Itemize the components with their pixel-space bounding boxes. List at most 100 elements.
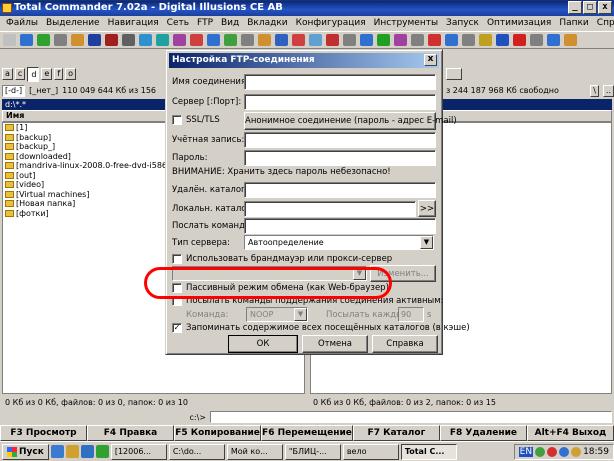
remote-dir-input[interactable] <box>244 182 436 198</box>
toolbar-button-icon[interactable] <box>496 34 509 46</box>
taskbar-item-my-computer[interactable]: Мой ко... <box>226 443 283 460</box>
toolbar-button-icon[interactable] <box>360 34 373 46</box>
menu-help[interactable]: Справка <box>593 17 614 30</box>
firewall-checkbox[interactable] <box>172 254 182 264</box>
alt-f4-exit-button[interactable]: Alt+F4 Выход <box>526 425 614 441</box>
send-every-input[interactable]: 90 <box>398 307 424 322</box>
toolbar-button-icon[interactable] <box>156 34 169 46</box>
toolbar-button-icon[interactable] <box>241 34 254 46</box>
browse-local-dir-button[interactable]: >> <box>418 200 436 217</box>
toolbar-button-icon[interactable] <box>343 34 356 46</box>
command-line-input[interactable] <box>210 411 612 423</box>
toolbar-button-icon[interactable] <box>411 34 424 46</box>
f7-mkdir-button[interactable]: F7 Каталог <box>352 425 440 441</box>
toolbar-button-icon[interactable] <box>292 34 305 46</box>
cancel-button[interactable]: Отмена <box>302 335 368 353</box>
quicklaunch-app-icon[interactable] <box>95 445 109 458</box>
quicklaunch-ie-icon[interactable] <box>50 445 64 458</box>
remember-cache-checkbox[interactable]: ✓ <box>172 323 182 333</box>
close-window-button[interactable]: x <box>598 1 612 14</box>
tray-antivirus-icon[interactable] <box>547 446 558 457</box>
toolbar-button-icon[interactable] <box>207 34 220 46</box>
menu-files[interactable]: Файлы <box>2 17 42 30</box>
taskbar-item-velo[interactable]: вело <box>342 443 399 460</box>
help-button[interactable]: Справка <box>372 335 438 353</box>
ok-button[interactable]: ОК <box>228 335 298 353</box>
toolbar-button-icon[interactable] <box>190 34 203 46</box>
taskbar-item-blits[interactable]: "БЛИЦ-... <box>284 443 341 460</box>
maximize-button[interactable]: □ <box>583 1 597 14</box>
menu-folders[interactable]: Папки <box>555 17 592 30</box>
toolbar-button-icon[interactable] <box>20 34 33 46</box>
toolbar-button-icon[interactable] <box>88 34 101 46</box>
toolbar-button-icon[interactable] <box>54 34 67 46</box>
toolbar-button-icon[interactable] <box>394 34 407 46</box>
menu-view[interactable]: Вид <box>217 17 243 30</box>
left-drive-select[interactable]: [-d-] <box>2 84 26 97</box>
parent-dir-button[interactable]: .. <box>602 84 614 97</box>
dialog-close-button[interactable]: x <box>424 54 437 66</box>
quicklaunch-explorer-icon[interactable] <box>65 445 79 458</box>
f8-delete-button[interactable]: F8 Удаление <box>439 425 527 441</box>
menu-tools[interactable]: Инструменты <box>370 17 442 30</box>
connection-name-input[interactable] <box>244 74 436 90</box>
drive-a-button[interactable]: a <box>2 68 13 80</box>
account-input[interactable] <box>244 132 436 148</box>
toolbar-button-icon[interactable] <box>3 34 16 46</box>
toolbar-button-icon[interactable] <box>326 34 339 46</box>
f4-edit-button[interactable]: F4 Правка <box>87 425 175 441</box>
local-dir-input[interactable] <box>244 201 416 217</box>
drive-c-button[interactable]: c <box>14 68 26 80</box>
f6-move-button[interactable]: F6 Перемещение <box>261 425 353 441</box>
minimize-button[interactable]: _ <box>568 1 582 14</box>
menu-network[interactable]: Сеть <box>163 17 193 30</box>
toolbar-button-icon[interactable] <box>224 34 237 46</box>
tray-app-icon[interactable] <box>559 446 570 457</box>
password-input[interactable] <box>244 150 436 166</box>
toolbar-button-icon[interactable] <box>122 34 135 46</box>
menu-selection[interactable]: Выделение <box>42 17 104 30</box>
toolbar-button-icon[interactable] <box>139 34 152 46</box>
menu-optimization[interactable]: Оптимизация <box>483 17 555 30</box>
toolbar-button-icon[interactable] <box>445 34 458 46</box>
toolbar-button-icon[interactable] <box>173 34 186 46</box>
menu-launch[interactable]: Запуск <box>442 17 483 30</box>
toolbar-button-icon[interactable] <box>530 34 543 46</box>
drive-e-button[interactable]: e <box>41 68 53 80</box>
toolbar-button-icon[interactable] <box>309 34 322 46</box>
root-dir-button[interactable]: \ <box>590 84 599 97</box>
server-type-select[interactable]: Автоопределение ▼ <box>244 235 434 250</box>
tray-network-icon[interactable] <box>535 446 546 457</box>
language-indicator[interactable]: EN <box>518 446 534 457</box>
send-commands-input[interactable] <box>244 218 436 234</box>
toolbar-button-icon[interactable] <box>258 34 271 46</box>
quicklaunch-desktop-icon[interactable] <box>80 445 94 458</box>
anonymous-connection-button[interactable]: Анонимное соединение (пароль - адрес E-m… <box>244 112 457 130</box>
toolbar-button-icon[interactable] <box>275 34 288 46</box>
drive-f-button[interactable]: f <box>54 68 64 80</box>
toolbar-button-icon[interactable] <box>564 34 577 46</box>
taskbar-item-12006[interactable]: [12006... <box>110 443 167 460</box>
drive-o-button[interactable]: o <box>65 68 77 80</box>
right-drive-button[interactable] <box>446 68 462 80</box>
toolbar-button-icon[interactable] <box>377 34 390 46</box>
drive-d-button[interactable]: d <box>27 66 40 82</box>
menu-navigation[interactable]: Навигация <box>104 17 163 30</box>
toolbar-button-icon[interactable] <box>547 34 560 46</box>
toolbar-button-icon[interactable] <box>479 34 492 46</box>
keepalive-command-select[interactable]: NOOP ▼ <box>246 307 308 322</box>
menu-configuration[interactable]: Конфигурация <box>292 17 370 30</box>
toolbar-button-icon[interactable] <box>462 34 475 46</box>
f3-view-button[interactable]: F3 Просмотр <box>0 425 88 441</box>
ssl-tls-checkbox[interactable] <box>172 115 182 125</box>
server-port-input[interactable] <box>244 94 436 110</box>
toolbar-button-icon[interactable] <box>513 34 526 46</box>
menu-ftp[interactable]: FTP <box>193 17 217 30</box>
toolbar-button-icon[interactable] <box>428 34 441 46</box>
toolbar-button-icon[interactable] <box>37 34 50 46</box>
toolbar-button-icon[interactable] <box>71 34 84 46</box>
start-button[interactable]: Пуск <box>2 443 49 460</box>
tray-volume-icon[interactable] <box>571 446 582 457</box>
taskbar-item-cdo[interactable]: C:\do... <box>168 443 225 460</box>
menu-tabs[interactable]: Вкладки <box>243 17 291 30</box>
